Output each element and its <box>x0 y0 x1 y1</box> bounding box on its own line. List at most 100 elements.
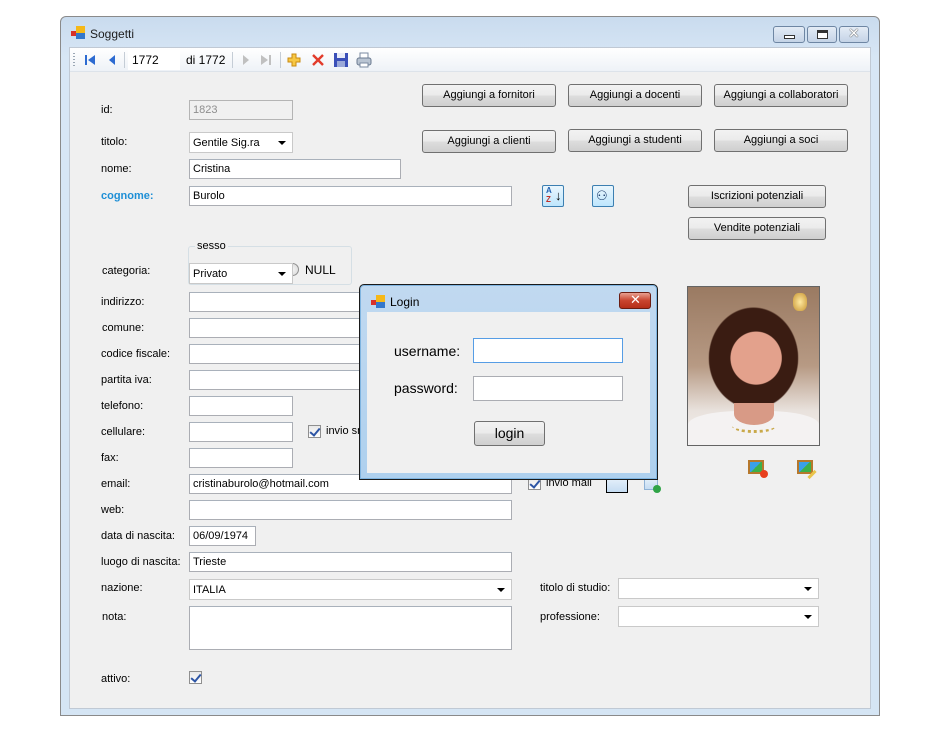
codice-fiscale-label: codice fiscale: <box>101 348 171 360</box>
nazione-label: nazione: <box>101 582 143 594</box>
login-dialog: Login ✕ username: password: login <box>359 284 658 480</box>
aggiungi-fornitori-button[interactable]: Aggiungi a fornitori <box>422 84 556 107</box>
nota-field[interactable] <box>189 606 512 650</box>
app-icon <box>71 26 85 39</box>
nazione-value: ITALIA <box>193 584 226 596</box>
nazione-combo[interactable]: ITALIA <box>189 579 512 600</box>
categoria-combo[interactable]: Privato <box>189 263 293 284</box>
iscrizioni-potenziali-button[interactable]: Iscrizioni potenziali <box>688 185 826 208</box>
email-label: email: <box>101 478 131 490</box>
maximize-button[interactable] <box>807 26 837 43</box>
sort-az-button[interactable]: AZ ↓ <box>542 185 564 207</box>
window-title: Soggetti <box>90 27 135 41</box>
delete-icon[interactable] <box>310 52 326 68</box>
photo-lamp <box>793 293 807 311</box>
minimize-icon <box>784 35 795 39</box>
edit-image-icon[interactable] <box>797 460 817 480</box>
app-icon <box>371 295 385 308</box>
web-field[interactable] <box>189 500 512 520</box>
move-next-icon[interactable] <box>238 52 254 68</box>
record-count: di 1772 <box>186 53 226 67</box>
sort-az-icon: AZ <box>546 186 552 204</box>
profile-photo <box>687 286 820 446</box>
chevron-down-icon <box>804 615 812 619</box>
toolbar-grip[interactable] <box>73 53 75 67</box>
telefono-label: telefono: <box>101 400 144 412</box>
aggiungi-soci-button[interactable]: Aggiungi a soci <box>714 129 848 152</box>
arrow-down-icon: ↓ <box>555 188 562 203</box>
partita-iva-label: partita iva: <box>101 374 152 386</box>
add-new-icon[interactable] <box>286 52 302 68</box>
search-button[interactable]: ⚇ <box>592 185 614 207</box>
position-input[interactable] <box>128 50 180 70</box>
move-previous-icon[interactable] <box>104 52 120 68</box>
invio-sms-checkbox[interactable] <box>308 425 321 438</box>
categoria-value: Privato <box>193 268 228 280</box>
cognome-label: cognome: <box>101 190 154 202</box>
move-first-icon[interactable] <box>82 52 98 68</box>
login-button[interactable]: login <box>474 421 545 446</box>
id-field: 1823 <box>189 100 293 120</box>
attivo-checkbox[interactable] <box>189 671 202 684</box>
titolo-studio-label: titolo di studio: <box>540 582 611 594</box>
attivo-label: attivo: <box>101 673 131 685</box>
chevron-down-icon <box>278 272 286 276</box>
luogo-nascita-field[interactable]: Trieste <box>189 552 512 572</box>
print-icon[interactable] <box>356 52 372 68</box>
web-label: web: <box>101 504 125 516</box>
telefono-field[interactable] <box>189 396 293 416</box>
fax-field[interactable] <box>189 448 293 468</box>
toolbar-separator <box>280 52 281 68</box>
aggiungi-docenti-button[interactable]: Aggiungi a docenti <box>568 84 702 107</box>
professione-label: professione: <box>540 611 600 623</box>
aggiungi-collaboratori-button[interactable]: Aggiungi a collaboratori <box>714 84 848 107</box>
fax-label: fax: <box>101 452 119 464</box>
luogo-nascita-label: luogo di nascita: <box>101 556 181 568</box>
toolbar-separator <box>232 52 233 68</box>
sesso-legend: sesso <box>195 240 228 252</box>
nota-label: nota: <box>102 611 127 623</box>
chevron-down-icon <box>497 588 505 592</box>
save-icon[interactable] <box>333 52 349 68</box>
data-nascita-field[interactable]: 06/09/1974 <box>189 526 256 546</box>
minimize-button[interactable] <box>773 26 805 43</box>
titolo-label: titolo: <box>101 136 128 148</box>
nome-field[interactable]: Cristina <box>189 159 401 179</box>
binoculars-icon: ⚇ <box>596 188 608 203</box>
photo-necklace <box>732 419 776 433</box>
username-input[interactable] <box>473 338 623 363</box>
titolo-combo[interactable]: Gentile Sig.ra <box>189 132 293 153</box>
categoria-label: categoria: <box>102 265 151 277</box>
remove-image-icon[interactable] <box>748 460 768 478</box>
indirizzo-label: indirizzo: <box>101 296 145 308</box>
login-client-area: username: password: login <box>367 312 650 473</box>
close-button[interactable]: ✕ <box>839 25 869 43</box>
titolo-studio-combo[interactable] <box>618 578 819 599</box>
vendite-potenziali-button[interactable]: Vendite potenziali <box>688 217 826 240</box>
professione-combo[interactable] <box>618 606 819 627</box>
password-label: password: <box>394 380 458 396</box>
toolbar-separator <box>124 52 125 68</box>
move-last-icon[interactable] <box>258 52 274 68</box>
password-input[interactable] <box>473 376 623 401</box>
login-title: Login <box>390 295 420 309</box>
maximize-icon <box>817 30 828 39</box>
cognome-field[interactable]: Burolo <box>189 186 512 206</box>
login-close-button[interactable]: ✕ <box>619 292 651 309</box>
close-icon: ✕ <box>848 25 860 41</box>
cellulare-label: cellulare: <box>101 426 146 438</box>
id-label: id: <box>101 104 113 116</box>
aggiungi-studenti-button[interactable]: Aggiungi a studenti <box>568 129 702 152</box>
comune-label: comune: <box>102 322 145 334</box>
title-bar: Soggetti ✕ <box>61 17 879 47</box>
close-icon: ✕ <box>630 292 641 307</box>
chevron-down-icon <box>804 587 812 591</box>
aggiungi-clienti-button[interactable]: Aggiungi a clienti <box>422 130 556 153</box>
username-label: username: <box>394 343 461 359</box>
data-nascita-label: data di nascita: <box>101 530 175 542</box>
chevron-down-icon <box>278 141 286 145</box>
binding-navigator: di 1772 <box>70 48 870 72</box>
titolo-value: Gentile Sig.ra <box>193 137 260 149</box>
sesso-label-null: NULL <box>305 263 336 277</box>
cellulare-field[interactable] <box>189 422 293 442</box>
